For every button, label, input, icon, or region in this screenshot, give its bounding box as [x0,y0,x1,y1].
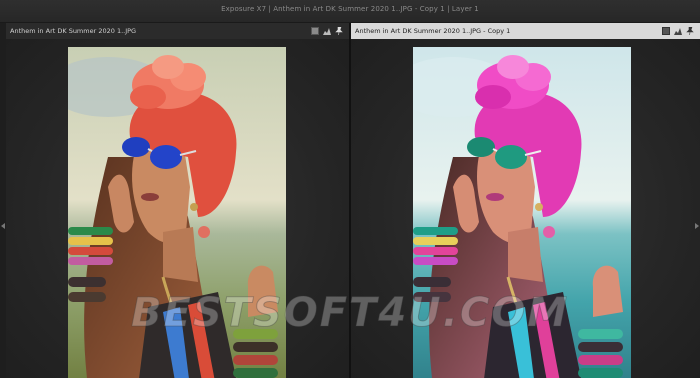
collapse-left-arrow-icon[interactable] [1,223,5,229]
app-titlebar: Exposure X7 | Anthem in Art DK Summer 20… [0,0,700,23]
portrait-photo-copy [413,47,631,378]
image-canvas-copy[interactable] [351,39,700,378]
pane-title-original: Anthem in Art DK Summer 2020 1..JPG [10,27,137,35]
photo-copy[interactable] [413,47,631,378]
histogram-icon[interactable] [674,27,682,35]
photo-original[interactable] [68,47,286,378]
collapse-right-arrow-icon[interactable] [695,223,699,229]
pane-header-copy: Anthem in Art DK Summer 2020 1..JPG - Co… [351,23,700,39]
image-canvas-original[interactable] [6,39,349,378]
portrait-photo-original [68,47,286,378]
histogram-icon[interactable] [323,27,331,35]
window-title: Exposure X7 | Anthem in Art DK Summer 20… [221,5,479,13]
compare-pane-original[interactable]: Anthem in Art DK Summer 2020 1..JPG [6,23,349,378]
pane-title-copy: Anthem in Art DK Summer 2020 1..JPG - Co… [355,27,511,35]
compare-pane-copy[interactable]: Anthem in Art DK Summer 2020 1..JPG - Co… [351,23,700,378]
pin-icon[interactable] [335,27,343,35]
pane-header-original: Anthem in Art DK Summer 2020 1..JPG [6,23,349,39]
pin-icon[interactable] [686,27,694,35]
square-icon[interactable] [311,27,319,35]
square-icon[interactable] [662,27,670,35]
